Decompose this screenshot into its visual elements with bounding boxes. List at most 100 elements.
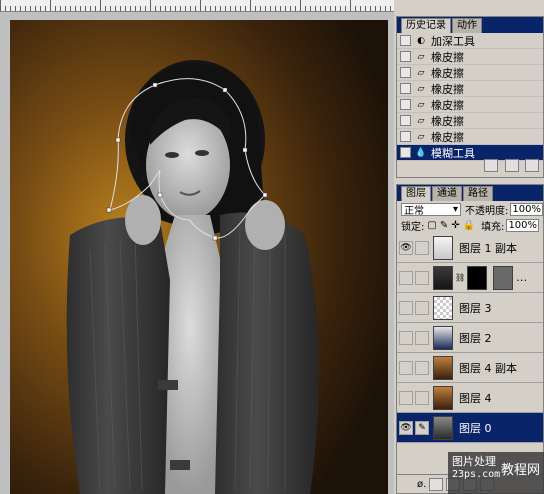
history-item[interactable]: ▱ 橡皮擦 <box>397 97 543 113</box>
layer-row[interactable]: 图层 2 <box>397 323 543 353</box>
link-toggle[interactable] <box>415 300 429 315</box>
chevron-down-icon: ▾ <box>452 204 458 215</box>
layers-list: 👁 图层 1 副本 ⛓ … 图层 3 图层 2 图层 4 副本 图层 4 👁 ✎… <box>397 233 543 443</box>
lock-transparency-icon[interactable]: ▢ <box>427 220 436 231</box>
history-panel: 历史记录 动作 ◐ 加深工具 ▱ 橡皮擦 ▱ 橡皮擦 ▱ 橡皮擦 ▱ 橡皮擦 ▱ 橡皮擦 ▱… <box>396 16 544 178</box>
snapshot-checkbox[interactable] <box>400 67 411 78</box>
history-item-label: 橡皮擦 <box>431 82 464 96</box>
history-item-label: 橡皮擦 <box>431 130 464 144</box>
snapshot-checkbox[interactable] <box>400 115 411 126</box>
layer-thumbnail <box>433 415 453 440</box>
eraser-icon: ▱ <box>417 131 425 142</box>
portrait-image <box>10 20 388 494</box>
burn-icon: ◐ <box>417 35 425 46</box>
layer-row[interactable]: 👁 图层 1 副本 <box>397 233 543 263</box>
ruler-tick <box>350 0 351 11</box>
history-item-label: 橡皮擦 <box>431 98 464 112</box>
history-item-label: 橡皮擦 <box>431 114 464 128</box>
eye-hidden-icon[interactable] <box>399 270 413 285</box>
layer-thumbnail <box>433 385 453 410</box>
site-watermark: 图片处理 23ps.com 教程网 <box>448 452 544 494</box>
history-item-label: 模糊工具 <box>431 146 475 160</box>
tab-layers[interactable]: 图层 <box>401 186 431 201</box>
layer-row[interactable]: 图层 3 <box>397 293 543 323</box>
eye-hidden-icon[interactable] <box>399 300 413 315</box>
layer-mask-thumbnail[interactable] <box>467 265 488 290</box>
link-toggle[interactable] <box>415 270 429 285</box>
tab-actions[interactable]: 动作 <box>452 18 482 33</box>
history-item[interactable]: ▱ 橡皮擦 <box>397 113 543 129</box>
snapshot-checkbox[interactable] <box>400 131 411 142</box>
layer-name: 图层 0 <box>459 421 492 435</box>
layer-row[interactable]: ⛓ … <box>397 263 543 293</box>
eraser-icon: ▱ <box>417 83 425 94</box>
blend-mode-select[interactable]: 正常 ▾ <box>401 203 461 217</box>
delete-state-button[interactable] <box>525 159 539 172</box>
eye-hidden-icon[interactable] <box>399 360 413 375</box>
layer-name: 图层 2 <box>459 331 492 345</box>
snapshot-checkbox[interactable] <box>400 99 411 110</box>
link-toggle[interactable] <box>415 390 429 405</box>
ruler-tick <box>300 0 301 11</box>
history-item[interactable]: ▱ 橡皮擦 <box>397 129 543 145</box>
lock-position-icon[interactable]: ✛ <box>451 220 459 231</box>
fill-input[interactable]: 100% <box>506 219 540 232</box>
blend-mode-value: 正常 <box>404 206 424 217</box>
lock-pixels-icon[interactable]: ✎ <box>440 220 448 231</box>
layer-thumbnail <box>433 325 453 350</box>
link-toggle[interactable] <box>415 240 429 255</box>
fill-label: 填充: <box>481 222 505 233</box>
snapshot-checkbox[interactable] <box>400 83 411 94</box>
horizontal-ruler <box>0 0 394 12</box>
layers-panel: 图层 通道 路径 正常 ▾ 不透明度: 100% 锁定: ▢ ✎ ✛ 🔒 填充: … <box>396 184 544 494</box>
tab-paths[interactable]: 路径 <box>463 186 493 201</box>
history-item[interactable]: ◐ 加深工具 <box>397 33 543 49</box>
layer-thumbnail <box>433 235 453 260</box>
link-toggle[interactable] <box>415 330 429 345</box>
eye-icon[interactable]: 👁 <box>399 420 413 435</box>
document-canvas[interactable] <box>0 12 394 494</box>
eye-hidden-icon[interactable] <box>399 390 413 405</box>
more-icon: … <box>516 271 528 284</box>
eraser-icon: ▱ <box>417 51 425 62</box>
tab-history[interactable]: 历史记录 <box>401 18 451 33</box>
layer-row[interactable]: 图层 4 <box>397 383 543 413</box>
layer-style-icon[interactable]: ø. <box>417 479 426 490</box>
portrait-photo[interactable] <box>10 20 388 494</box>
layer-name: 图层 3 <box>459 301 492 315</box>
ruler-tick <box>100 0 101 11</box>
layer-name: 图层 1 副本 <box>459 241 517 255</box>
link-toggle[interactable] <box>415 360 429 375</box>
new-snapshot-button[interactable] <box>504 159 519 172</box>
eraser-icon: ▱ <box>417 67 425 78</box>
chain-icon[interactable]: ⛓ <box>455 273 465 282</box>
eraser-icon: ▱ <box>417 99 425 110</box>
ruler-tick <box>250 0 251 11</box>
lock-row: 锁定: ▢ ✎ ✛ 🔒 填充: 100% <box>397 218 543 233</box>
tab-channels[interactable]: 通道 <box>432 186 462 201</box>
opacity-input[interactable]: 100% <box>510 203 543 216</box>
vector-mask-thumbnail[interactable] <box>493 265 514 290</box>
history-footer <box>481 159 539 175</box>
add-mask-button[interactable] <box>429 477 444 491</box>
history-list: ◐ 加深工具 ▱ 橡皮擦 ▱ 橡皮擦 ▱ 橡皮擦 ▱ 橡皮擦 ▱ 橡皮擦 ▱ 橡皮擦 💧 模糊工… <box>397 33 543 161</box>
lock-all-icon[interactable]: 🔒 <box>463 220 475 231</box>
history-item-label: 橡皮擦 <box>431 50 464 64</box>
eye-hidden-icon[interactable] <box>399 330 413 345</box>
layer-row-selected[interactable]: 👁 ✎ 图层 0 <box>397 413 543 443</box>
ruler-tick <box>0 0 1 11</box>
eye-icon[interactable]: 👁 <box>399 240 413 255</box>
history-item[interactable]: ▱ 橡皮擦 <box>397 65 543 81</box>
new-document-button[interactable] <box>484 159 498 172</box>
history-item[interactable]: ▱ 橡皮擦 <box>397 49 543 65</box>
snapshot-checkbox[interactable] <box>400 35 411 46</box>
snapshot-checkbox[interactable] <box>400 147 411 158</box>
history-item[interactable]: ▱ 橡皮擦 <box>397 81 543 97</box>
layer-row[interactable]: 图层 4 副本 <box>397 353 543 383</box>
brush-icon[interactable]: ✎ <box>415 420 429 435</box>
layer-thumbnail <box>433 295 453 320</box>
history-item-label: 加深工具 <box>431 34 475 48</box>
layer-name: 图层 4 副本 <box>459 361 517 375</box>
lock-label: 锁定: <box>401 222 425 233</box>
snapshot-checkbox[interactable] <box>400 51 411 62</box>
